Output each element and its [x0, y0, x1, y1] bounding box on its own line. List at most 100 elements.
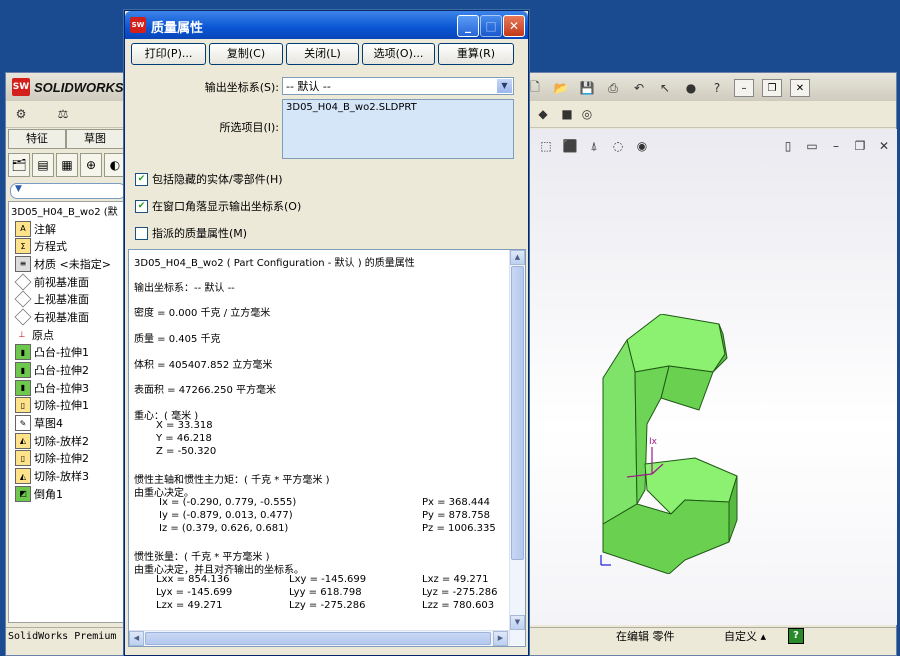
report-vertical-scrollbar[interactable]: ▲ ▼ — [509, 250, 525, 645]
material-icon: ≡ — [15, 255, 31, 272]
appearance-icon[interactable]: ◆ — [534, 105, 552, 123]
assigned-mass-checkbox-row[interactable]: 指派的质量属性(M) — [135, 225, 247, 241]
save-icon[interactable]: 💾 — [578, 79, 596, 97]
output-coord-select[interactable]: -- 默认 -- ▼ — [282, 77, 514, 95]
scroll-thumb[interactable] — [511, 266, 524, 560]
report-lzy: Lzy = -275.286 — [289, 600, 366, 611]
scroll-down-icon[interactable]: ▼ — [510, 615, 525, 630]
include-hidden-checkbox-row[interactable]: ✔ 包括隐藏的实体/零部件(H) — [135, 171, 283, 187]
feature-filter-input[interactable]: ▼ — [10, 183, 126, 199]
plane-icon — [14, 273, 32, 291]
solidworks-logo-icon: SW — [12, 78, 30, 96]
status-custom-units[interactable]: 自定义 ▴ — [724, 629, 766, 645]
tree-item[interactable]: ▮ 凸台-拉伸1 — [9, 344, 127, 362]
tree-root-part[interactable]: 3D05_H04_B_wo2 (默 — [9, 202, 127, 220]
status-help-icon[interactable]: ? — [788, 628, 804, 644]
view-orientation-icon[interactable]: ⬚ — [537, 137, 555, 155]
tree-item[interactable]: 上视基准面 — [9, 290, 127, 308]
show-coord-checkbox-row[interactable]: ✔ 在窗口角落显示输出坐标系(O) — [135, 198, 301, 214]
hscroll-thumb[interactable] — [145, 632, 491, 645]
tree-item[interactable]: ≡ 材质 <未指定> — [9, 255, 127, 273]
section-view-icon[interactable]: ⍋ — [585, 137, 603, 155]
tree-item[interactable]: ⊥ 原点 — [9, 326, 127, 344]
print-icon[interactable]: ⎙ — [604, 79, 622, 97]
report-lxz: Lxz = 49.271 — [422, 574, 489, 585]
origin-icon: ⊥ — [15, 327, 29, 342]
tree-item[interactable]: ◩ 倒角1 — [9, 485, 127, 503]
tab-features[interactable]: 特征 — [8, 129, 66, 149]
tree-item[interactable]: ▯ 切除-拉伸2 — [9, 450, 127, 468]
graphics-viewport[interactable]: ⬚ ⬛ ⍋ ◌ ◉ ▯ ▭ – ❐ ✕ Ix — [528, 129, 897, 625]
options-icon[interactable]: ⚙ — [12, 105, 30, 123]
restore-icon[interactable]: ❐ — [762, 79, 782, 97]
assigned-mass-checkbox[interactable] — [135, 226, 148, 240]
display-style-icon[interactable]: ⬛ — [561, 137, 579, 155]
display-state-icon[interactable]: ■ — [558, 105, 576, 123]
open-folder-icon[interactable]: 📂 — [552, 79, 570, 97]
recalculate-button[interactable]: 重算(R) — [438, 43, 514, 65]
show-coord-checkbox[interactable]: ✔ — [135, 199, 148, 213]
close-icon[interactable]: ✕ — [790, 79, 810, 97]
undo-icon[interactable]: ↶ — [630, 79, 648, 97]
mass-properties-report[interactable]: 3D05_H04_B_wo2 ( Part Configuration - 默认… — [128, 249, 526, 647]
report-cog-y: Y = 46.218 — [156, 433, 212, 444]
feature-tree-icon[interactable]: 🗂 — [8, 153, 30, 177]
configuration-manager-icon[interactable]: ▦ — [56, 153, 78, 177]
print-button[interactable]: 打印(P)... — [131, 43, 206, 65]
feature-manager-tree: 3D05_H04_B_wo2 (默 A 注解 Σ 方程式 ≡ 材质 <未指定> 前视基… — [8, 201, 128, 623]
help-question-icon[interactable]: ? — [708, 79, 726, 97]
heads-up-view-toolbar: ⬚ ⬛ ⍋ ◌ ◉ — [537, 137, 651, 155]
report-mass: 质量 = 0.405 千克 — [134, 334, 221, 345]
restore-icon[interactable]: ❐ — [851, 137, 869, 155]
close-icon[interactable]: ✕ — [875, 137, 893, 155]
minimize-icon[interactable]: – — [827, 137, 845, 155]
selected-item[interactable]: 3D05_H04_B_wo2.SLDPRT — [286, 102, 510, 113]
rebuild-traffic-light-icon[interactable]: ● — [682, 79, 700, 97]
tree-item[interactable]: ◭ 切除-放样2 — [9, 432, 127, 450]
hide-show-icon[interactable]: ◌ — [609, 137, 627, 155]
minimize-button[interactable]: _ — [457, 15, 479, 37]
restore-down-icon[interactable]: ▯ — [779, 137, 797, 155]
close-button[interactable]: ✕ — [503, 15, 525, 37]
tree-item-label: 切除-拉伸1 — [34, 399, 89, 413]
maximize-button[interactable]: □ — [480, 15, 502, 37]
dialog-titlebar[interactable]: SW 质量属性 _ □ ✕ — [125, 11, 528, 39]
tree-item[interactable]: ▮ 凸台-拉伸2 — [9, 361, 127, 379]
tree-item[interactable]: ✎ 草图4 — [9, 414, 127, 432]
tree-item[interactable]: ▮ 凸台-拉伸3 — [9, 379, 127, 397]
tree-item[interactable]: ◭ 切除-放样3 — [9, 467, 127, 485]
display-manager-icon[interactable]: ◐ — [104, 153, 126, 177]
tree-item[interactable]: 右视基准面 — [9, 308, 127, 326]
tree-item[interactable]: 前视基准面 — [9, 273, 127, 291]
report-horizontal-scrollbar[interactable]: ◀ ▶ — [129, 630, 509, 646]
realview-icon[interactable]: ◎ — [578, 105, 596, 123]
tile-icon[interactable]: ▭ — [803, 137, 821, 155]
3d-model-c-shape[interactable]: Ix — [589, 314, 739, 574]
sketch-icon: ✎ — [15, 415, 31, 432]
include-hidden-checkbox[interactable]: ✔ — [135, 172, 148, 186]
tab-sketch[interactable]: 草图 — [66, 129, 124, 149]
dimxpert-icon[interactable]: ⊕ — [80, 153, 102, 177]
report-ix: Ix = (-0.290, 0.779, -0.555) — [159, 497, 297, 508]
options-button[interactable]: 选项(O)... — [362, 43, 435, 65]
chevron-down-icon[interactable]: ▼ — [497, 79, 512, 93]
tree-item[interactable]: A 注解 — [9, 220, 127, 238]
tree-item[interactable]: Σ 方程式 — [9, 237, 127, 255]
solidworks-wordmark: SOLIDWORKS — [34, 79, 124, 95]
selected-items-list[interactable]: 3D05_H04_B_wo2.SLDPRT — [282, 99, 514, 159]
mass-properties-icon[interactable]: ⚖ — [54, 105, 72, 123]
scroll-right-icon[interactable]: ▶ — [493, 631, 508, 646]
report-coord: 输出坐标系：-- 默认 -- — [134, 283, 235, 294]
copy-button[interactable]: 复制(C) — [209, 43, 283, 65]
close-dialog-button[interactable]: 关闭(L) — [286, 43, 359, 65]
edit-appearance-icon[interactable]: ◉ — [633, 137, 651, 155]
property-manager-icon[interactable]: ▤ — [32, 153, 54, 177]
scroll-left-icon[interactable]: ◀ — [129, 631, 144, 646]
tree-item-label: 右视基准面 — [34, 310, 89, 324]
solidworks-logo: SW SOLIDWORKS — [12, 78, 124, 96]
scroll-up-icon[interactable]: ▲ — [510, 250, 525, 265]
select-arrow-icon[interactable]: ↖ — [656, 79, 674, 97]
report-py: Py = 878.758 — [422, 510, 491, 521]
minimize-icon[interactable]: – — [734, 79, 754, 97]
tree-item[interactable]: ▯ 切除-拉伸1 — [9, 397, 127, 415]
